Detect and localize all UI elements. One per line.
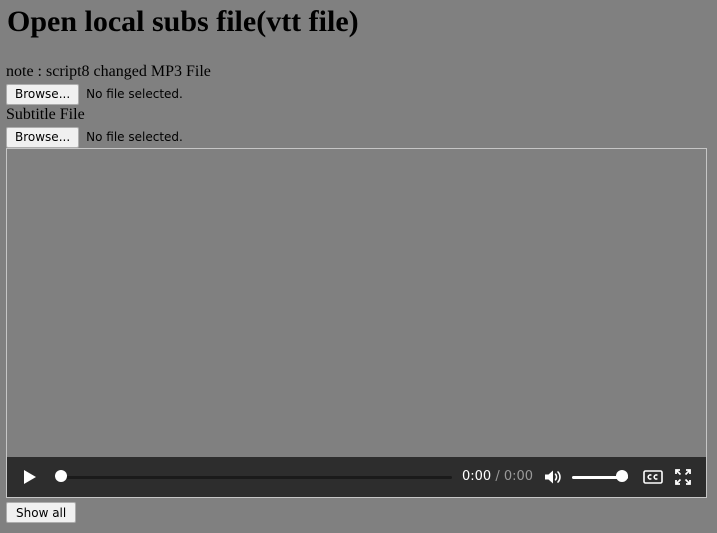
- play-icon[interactable]: [24, 470, 36, 484]
- volume-thumb[interactable]: [616, 470, 628, 482]
- closed-captions-icon[interactable]: [643, 469, 663, 485]
- video-player[interactable]: 0:00 / 0:00: [6, 148, 707, 498]
- show-all-button[interactable]: Show all: [6, 502, 77, 523]
- seek-bar[interactable]: [55, 476, 452, 479]
- media-file-input[interactable]: Browse... No file selected.: [6, 83, 183, 105]
- current-time: 0:00: [462, 469, 492, 484]
- time-separator: /: [495, 469, 500, 484]
- subtitle-file-label: Subtitle File: [6, 106, 85, 123]
- volume-icon[interactable]: [544, 469, 562, 485]
- page-title: Open local subs file(vtt file): [7, 5, 359, 38]
- subtitle-file-status: No file selected.: [86, 130, 183, 144]
- fullscreen-icon[interactable]: [675, 469, 691, 485]
- time-display: 0:00 / 0:00: [462, 469, 533, 485]
- subtitle-browse-button[interactable]: Browse...: [6, 126, 80, 148]
- subtitle-file-input[interactable]: Browse... No file selected.: [6, 126, 183, 148]
- seek-thumb[interactable]: [55, 470, 67, 482]
- player-controls-bar: 0:00 / 0:00: [7, 457, 706, 497]
- media-browse-button[interactable]: Browse...: [6, 83, 80, 105]
- media-file-label: note : script8 changed MP3 File: [6, 63, 211, 80]
- media-file-status: No file selected.: [86, 87, 183, 101]
- duration-time: 0:00: [503, 469, 534, 484]
